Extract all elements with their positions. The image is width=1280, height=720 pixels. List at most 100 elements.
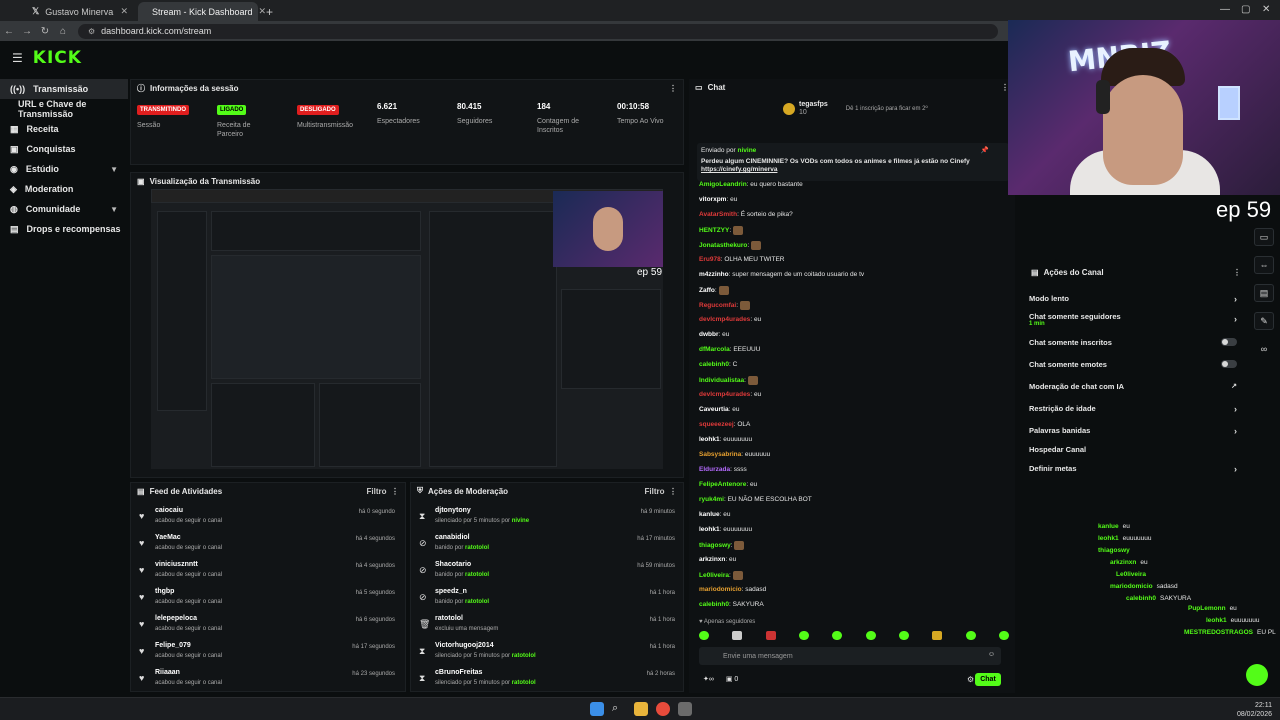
emote-icon[interactable]: [998, 631, 1009, 640]
chat-username[interactable]: dfMarcola: [699, 346, 730, 353]
action-followers-only[interactable]: Chat somente seguidores 1 min ›: [1029, 312, 1241, 327]
chat-username[interactable]: AmigoLeandrin: [699, 181, 747, 188]
emotes-only-toggle[interactable]: [1221, 360, 1237, 368]
chat-username[interactable]: Eldurzada: [699, 466, 730, 473]
chat-username[interactable]: dwbbr: [699, 331, 719, 338]
action-age-restriction[interactable]: Restrição de idade ›: [1029, 404, 1241, 414]
forward-icon[interactable]: →: [18, 26, 36, 37]
start-icon[interactable]: [590, 702, 604, 716]
tool-rail-icon[interactable]: ✎: [1254, 312, 1274, 330]
hamburger-menu-icon[interactable]: ☰: [12, 51, 23, 65]
action-slow-mode[interactable]: Modo lento ›: [1029, 294, 1241, 304]
send-chat-button[interactable]: Chat: [975, 673, 1001, 686]
maximize-icon[interactable]: ▢: [1241, 4, 1250, 15]
moderator-name[interactable]: ratotolol: [465, 599, 489, 605]
kick-logo[interactable]: KICK: [33, 48, 82, 68]
pinned-by-user[interactable]: nivine: [738, 147, 757, 154]
close-window-icon[interactable]: ✕: [1262, 4, 1270, 15]
chat-input[interactable]: Envie uma mensagem ☺: [699, 647, 1001, 665]
moderation-username[interactable]: Victorhugooj2014: [435, 642, 494, 649]
chat-username[interactable]: Sabsysabrina: [699, 451, 741, 458]
chat-username[interactable]: Individualistaa: [699, 377, 744, 384]
action-set-goals[interactable]: Definir metas ›: [1029, 464, 1241, 474]
emote-icon[interactable]: [898, 631, 909, 640]
chat-username[interactable]: mariodomicio: [699, 586, 742, 593]
chat-username[interactable]: leohk1: [699, 526, 720, 533]
sidebar-item-receita[interactable]: ▦ Receita: [0, 119, 128, 139]
chat-username[interactable]: m4zzinho: [699, 271, 729, 278]
activity-username[interactable]: viniciusznntt: [155, 561, 198, 568]
moderation-username[interactable]: djtonytony: [435, 507, 471, 514]
filter-button[interactable]: Filtro ⋮: [367, 487, 399, 496]
chat-username[interactable]: devlcmp4urades: [699, 316, 750, 323]
moderator-name[interactable]: ratotolol: [512, 680, 536, 686]
action-ai-moderation[interactable]: Moderação de chat com IA ↗: [1029, 382, 1241, 391]
chat-username[interactable]: kanlue: [699, 511, 720, 518]
moderator-name[interactable]: ratotolol: [465, 572, 489, 578]
emote-picker-icon[interactable]: ☺: [988, 651, 995, 658]
sidebar-item-estudio[interactable]: ◉ Estúdio ▼: [0, 159, 128, 179]
close-tab-icon[interactable]: ✕: [120, 6, 128, 17]
sidebar-item-moderation[interactable]: ◈ Moderation: [0, 179, 128, 199]
sidebar-item-transmissao[interactable]: ((•)) Transmissão: [0, 79, 128, 99]
chat-username[interactable]: thiagoswy: [699, 542, 731, 549]
file-explorer-icon[interactable]: [634, 702, 648, 716]
chat-username[interactable]: Zaffo: [699, 287, 715, 294]
moderation-username[interactable]: ratotolol: [435, 615, 463, 622]
activity-username[interactable]: caiocaiu: [155, 507, 183, 514]
emote-icon[interactable]: [732, 631, 743, 640]
split-rail-icon[interactable]: ⇔: [1254, 256, 1274, 274]
chat-points[interactable]: ✦∞ ▣ 0: [703, 675, 738, 683]
chat-username[interactable]: ryuk4mi: [699, 496, 724, 503]
pinned-link[interactable]: https://cinefy.gg/minerva: [701, 166, 777, 173]
reload-icon[interactable]: ↻: [36, 26, 54, 37]
stream-preview-video[interactable]: ep 59: [151, 189, 663, 469]
action-host-channel[interactable]: Hospedar Canal: [1029, 445, 1241, 454]
chat-username[interactable]: HENTZYY: [699, 227, 729, 234]
chat-username[interactable]: calebinh0: [699, 601, 729, 608]
site-info-icon[interactable]: ⚙: [88, 27, 95, 36]
system-clock[interactable]: 22:11 08/02/2026: [1237, 701, 1272, 719]
chat-username[interactable]: FelipeAntenore: [699, 481, 746, 488]
subscribers-only-toggle[interactable]: [1221, 338, 1237, 346]
sidebar-item-comunidade[interactable]: ◍ Comunidade ▼: [0, 199, 128, 219]
moderator-name[interactable]: ratotolol: [512, 653, 536, 659]
layout-rail-icon[interactable]: ▤: [1254, 284, 1274, 302]
chat-username[interactable]: Eru978: [699, 256, 721, 263]
browser-tab-1[interactable]: 𝕏 Gustavo Minerva no X: " ✕: [24, 2, 136, 21]
chat-rail-icon[interactable]: ▭: [1254, 228, 1274, 246]
pin-icon[interactable]: 📌: [981, 146, 989, 154]
sidebar-item-url-chave[interactable]: URL e Chave de Transmissão: [0, 99, 128, 119]
emote-icon[interactable]: [865, 631, 876, 640]
more-options-icon[interactable]: ⋮: [669, 84, 677, 93]
moderator-name[interactable]: ratotolol: [465, 545, 489, 551]
chat-username[interactable]: leohk1: [699, 436, 720, 443]
browser-tab-2[interactable]: Stream - Kick Dashboard ✕: [138, 2, 266, 21]
chat-username[interactable]: calebinh0: [699, 361, 729, 368]
moderation-username[interactable]: speedz_n: [435, 588, 467, 595]
action-emotes-only[interactable]: Chat somente emotes: [1029, 360, 1241, 369]
chat-settings-icon[interactable]: ⚙: [967, 675, 974, 684]
chat-username[interactable]: Regucomfai: [699, 302, 736, 309]
emote-icon[interactable]: [798, 631, 809, 640]
emote-icon[interactable]: [932, 631, 943, 640]
sidebar-item-conquistas[interactable]: ▣ Conquistas: [0, 139, 128, 159]
emote-icon[interactable]: [765, 631, 776, 640]
chat-username[interactable]: Le0liveira: [699, 572, 729, 579]
minimize-icon[interactable]: —: [1220, 4, 1230, 15]
chat-username[interactable]: Caveurtia: [699, 406, 729, 413]
link-rail-icon[interactable]: ∞: [1254, 340, 1274, 358]
url-field[interactable]: ⚙ dashboard.kick.com/stream: [78, 23, 998, 39]
moderator-name[interactable]: nivine: [512, 518, 529, 524]
back-icon[interactable]: ←: [0, 26, 18, 37]
chat-username[interactable]: devlcmp4urades: [699, 391, 750, 398]
emote-icon[interactable]: [832, 631, 843, 640]
moderation-username[interactable]: Shacotario: [435, 561, 471, 568]
chat-username[interactable]: arkzinxn: [699, 556, 725, 563]
app-icon[interactable]: [678, 702, 692, 716]
activity-username[interactable]: Felipe_079: [155, 642, 191, 649]
chat-username[interactable]: vitorxpm: [699, 196, 726, 203]
action-subscribers-only[interactable]: Chat somente inscritos: [1029, 338, 1241, 347]
sidebar-item-drops[interactable]: ▤ Drops e recompensas: [0, 219, 128, 239]
chat-username[interactable]: Jonatasthekuro: [699, 242, 747, 249]
